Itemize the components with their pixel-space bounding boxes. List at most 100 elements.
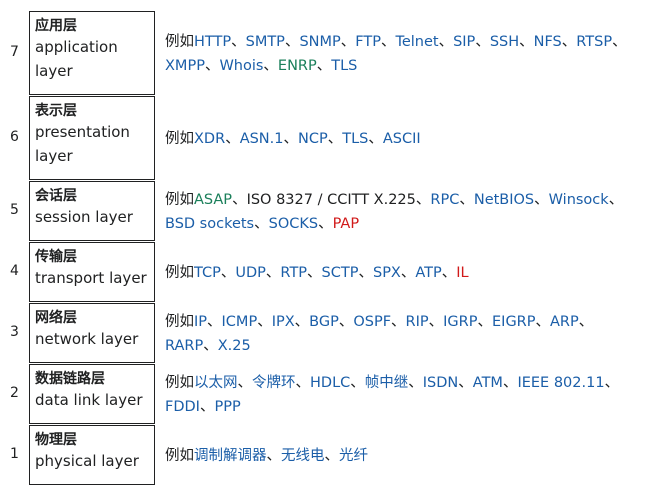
protocol-link[interactable]: IEEE 802.11 [517,375,604,391]
protocol-link[interactable]: 调制解调器 [194,448,267,464]
protocol-link[interactable]: BGP [309,314,339,330]
protocol-link[interactable]: SOCKS [269,216,318,232]
layer-number: 1 [10,446,19,462]
protocol-link[interactable]: 令牌环 [252,375,296,391]
protocol-link[interactable]: 帧中继 [365,375,409,391]
separator: 、 [284,34,300,50]
protocol-link[interactable]: ISDN [423,375,459,391]
protocol-link[interactable]: ICMP [222,314,258,330]
separator: 、 [380,34,396,50]
protocol-link[interactable]: ATP [415,265,441,281]
protocol-link[interactable]: IL [456,265,468,281]
separator: 、 [400,265,416,281]
protocol-link[interactable]: 无线电 [281,448,325,464]
protocol-link[interactable]: Telnet [395,34,438,50]
protocol-link[interactable]: BSD sockets [165,216,254,232]
protocol-link[interactable]: HDLC [310,375,350,391]
protocol-link[interactable]: SIP [453,34,475,50]
protocol-list: 例如调制解调器、无线电、光纤 [165,444,643,468]
layer-name-english: session layer [35,208,133,226]
protocol-link[interactable]: RTSP [576,34,612,50]
protocol-link[interactable]: RTP [280,265,307,281]
protocol-link[interactable]: TCP [194,265,221,281]
protocol-link[interactable]: Winsock [549,192,609,208]
layer-name-english: application layer [35,38,118,80]
separator: 、 [220,265,236,281]
protocol-link[interactable]: RIP [406,314,429,330]
protocol-link[interactable]: IGRP [443,314,477,330]
protocol-link[interactable]: ENRP [278,58,317,74]
protocol-list: 例如ASAP、ISO 8327 / CCITT X.225、RPC、NetBIO… [165,188,643,236]
examples-prefix: 例如 [165,192,194,208]
protocol-link[interactable]: OSPF [353,314,391,330]
protocol-link[interactable]: NFS [534,34,562,50]
protocol-link[interactable]: ASCII [383,131,421,147]
separator: 、 [475,34,490,50]
separator: 、 [612,34,627,50]
protocol-link[interactable]: ATM [473,375,503,391]
protocol-link[interactable]: NetBIOS [474,192,534,208]
separator: 、 [441,265,457,281]
layer-number: 4 [10,263,19,279]
protocol-link[interactable]: FTP [355,34,381,50]
examples-prefix: 例如 [165,448,194,464]
examples-prefix: 例如 [165,34,194,50]
separator: 、 [340,34,356,50]
protocol-link[interactable]: ASAP [194,192,232,208]
protocol-link[interactable]: HTTP [194,34,231,50]
protocol-link[interactable]: TLS [342,131,368,147]
protocol-link[interactable]: SSH [490,34,519,50]
layer-name-cell: 物理层 physical layer [29,425,155,485]
separator: 、 [338,314,354,330]
protocol-link[interactable]: IPX [272,314,295,330]
protocol-link[interactable]: IP [194,314,207,330]
protocol-link[interactable]: PPP [214,399,240,415]
separator: 、 [428,314,444,330]
protocol-link[interactable]: 以太网 [194,375,238,391]
osi-row-layer-5: 5 会话层 session layer 例如ASAP、ISO 8327 / CCITT… [0,181,648,241]
separator: 、 [604,375,620,391]
protocol-link[interactable]: SPX [373,265,401,281]
protocol-link[interactable]: EIGRP [492,314,536,330]
protocol-link[interactable]: ASN.1 [240,131,284,147]
layer-name-cell: 数据链路层 data link layer [29,364,155,424]
protocol-link[interactable]: XDR [194,131,225,147]
layer-name-cell: 会话层 session layer [29,181,155,241]
protocol-link[interactable]: PAP [333,216,359,232]
protocol-link[interactable]: X.25 [218,338,251,354]
protocol-link[interactable]: 光纤 [339,448,368,464]
separator: 、 [307,265,322,281]
osi-row-layer-4: 4 传输层 transport layer 例如TCP、UDP、RTP、SCTP、SP… [0,242,648,302]
layer-name-chinese: 物理层 [35,432,77,448]
protocol-list: 例如IP、ICMP、IPX、BGP、OSPF、RIP、IGRP、EIGRP、AR… [165,310,643,358]
protocol-link[interactable]: RARP [165,338,203,354]
separator: 、 [438,34,454,50]
protocol-link[interactable]: SMTP [246,34,285,50]
separator: 、 [318,216,333,232]
protocol-link[interactable]: UDP [235,265,266,281]
layer-number: 7 [10,44,19,60]
separator: 、 [207,314,222,330]
protocol-link[interactable]: TLS [331,58,357,74]
protocol-list: 例如XDR、ASN.1、NCP、TLS、ASCII [165,127,643,151]
separator: 、 [561,34,577,50]
layer-number: 5 [10,202,19,218]
layer-name-cell: 网络层 network layer [29,303,155,363]
separator: 、 [535,314,551,330]
protocol-link[interactable]: SNMP [299,34,340,50]
protocol-link[interactable]: ARP [550,314,579,330]
separator: 、 [391,314,406,330]
protocol-link[interactable]: RPC [430,192,459,208]
protocol-link[interactable]: NCP [298,131,328,147]
separator: 、 [283,131,299,147]
osi-row-layer-1: 1 物理层 physical layer 例如调制解调器、无线电、光纤 [0,425,648,485]
protocol-list: 例如HTTP、SMTP、SNMP、FTP、Telnet、SIP、SSH、NFS、… [165,30,643,78]
osi-row-layer-3: 3 网络层 network layer 例如IP、ICMP、IPX、BGP、OSPF、… [0,303,648,363]
protocol-link[interactable]: SCTP [322,265,359,281]
protocol-link[interactable]: XMPP [165,58,205,74]
separator: 、 [458,375,473,391]
protocol-link[interactable]: Whois [219,58,263,74]
layer-number: 6 [10,129,19,145]
separator: 、 [316,58,332,74]
protocol-link[interactable]: FDDI [165,399,200,415]
